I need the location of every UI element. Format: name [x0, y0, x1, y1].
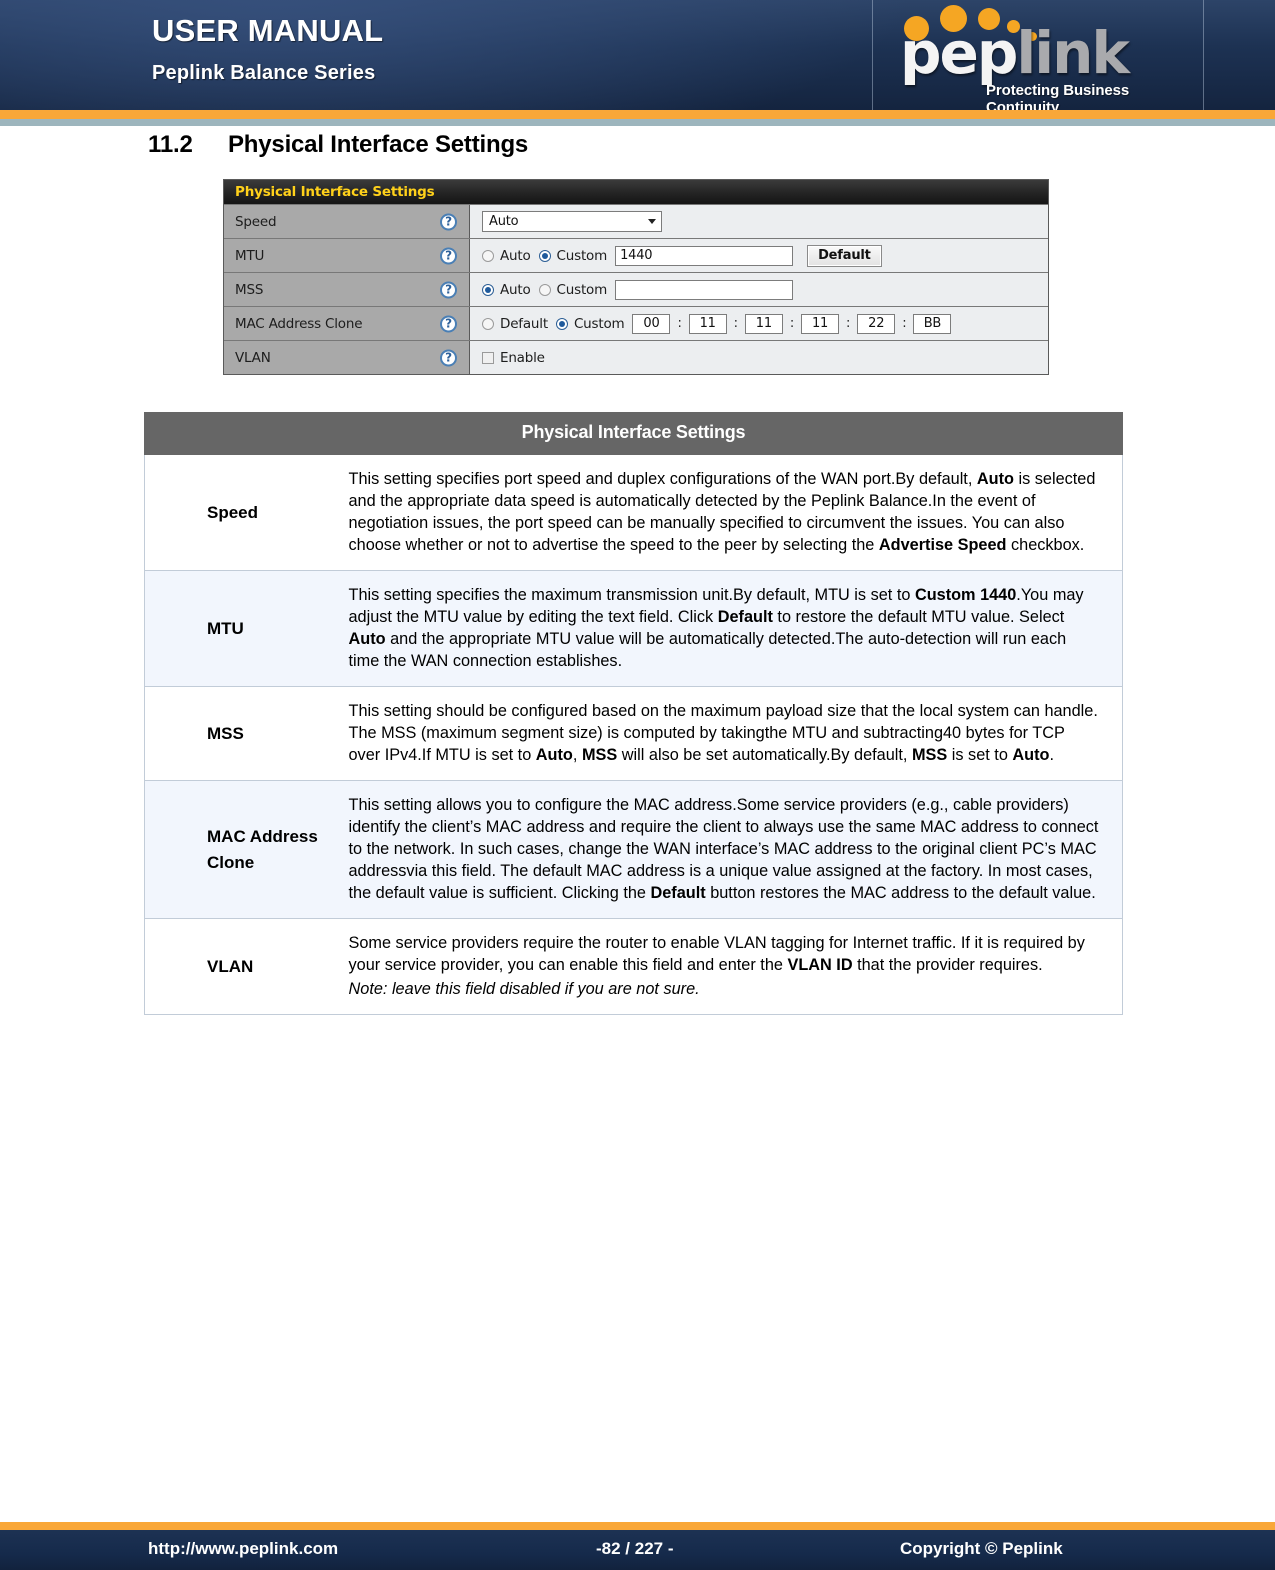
row-key: MTU: [144, 570, 345, 687]
table-row: VLAN Some service providers require the …: [144, 918, 1123, 1015]
mac-octet-input[interactable]: 11: [801, 313, 840, 334]
footer-page-number: -82 / 227 -: [596, 1539, 674, 1558]
panel-row-mss: MSS ? Auto Custom: [224, 272, 1048, 306]
section-heading: 11.2 Physical Interface Settings: [148, 131, 528, 159]
panel-row-mac-address-clone: MAC Address Clone ? Default Custom 00 : …: [224, 306, 1048, 340]
mac-separator: :: [677, 316, 682, 331]
mss-custom-label: Custom: [556, 281, 608, 298]
mac-octet-input[interactable]: 11: [688, 313, 727, 334]
vlan-enable-label: Enable: [500, 349, 545, 366]
mss-field-cell: Auto Custom: [470, 273, 1048, 306]
table-header-row: Physical Interface Settings: [144, 412, 1123, 455]
mtu-custom-radio[interactable]: [538, 249, 551, 262]
panel-row-speed: Speed ? Auto: [224, 204, 1048, 238]
mss-label: MSS: [235, 281, 264, 298]
help-icon[interactable]: ?: [440, 247, 457, 264]
row-description: This setting specifies the maximum trans…: [344, 570, 1123, 687]
vlan-label-cell: VLAN ?: [224, 341, 470, 374]
mtu-label-cell: MTU ?: [224, 239, 470, 272]
footer-copyright: Copyright © Peplink: [900, 1539, 1063, 1558]
mss-custom-radio[interactable]: [538, 283, 551, 296]
row-description: This setting specifies port speed and du…: [344, 454, 1123, 571]
speed-select-value: Auto: [489, 214, 519, 229]
mac-address-clone-label: MAC Address Clone: [235, 315, 363, 332]
header-divider-line: [1203, 0, 1204, 110]
row-key: Speed: [144, 454, 345, 571]
panel-row-mtu: MTU ? Auto Custom 1440 Default: [224, 238, 1048, 272]
vlan-field-cell: Enable: [470, 341, 1048, 374]
mac-separator: :: [733, 316, 738, 331]
mss-auto-radio[interactable]: [482, 283, 494, 296]
header-divider-line: [872, 0, 873, 110]
mss-label-cell: MSS ?: [224, 273, 470, 306]
mtu-auto-label: Auto: [500, 247, 531, 264]
help-icon[interactable]: ?: [440, 349, 457, 366]
header-steel-bar: [0, 119, 1275, 126]
mtu-auto-radio[interactable]: [482, 249, 494, 262]
mac-default-radio[interactable]: [482, 317, 494, 330]
help-icon[interactable]: ?: [440, 213, 457, 230]
mtu-value-input[interactable]: 1440: [615, 245, 794, 266]
section-title: Physical Interface Settings: [228, 131, 529, 158]
mac-custom-label: Custom: [573, 315, 625, 332]
document-footer: http://www.peplink.com -82 / 227 - Copyr…: [0, 1530, 1275, 1570]
panel-row-vlan: VLAN ? Enable: [224, 340, 1048, 374]
mac-separator: :: [789, 316, 795, 331]
mac-field-cell: Default Custom 00 : 11 : 11 : 11 : 22 : …: [470, 307, 1048, 340]
panel-title: Physical Interface Settings: [224, 180, 1048, 204]
mac-label-cell: MAC Address Clone ?: [224, 307, 470, 340]
mac-custom-radio[interactable]: [555, 317, 568, 330]
mac-default-label: Default: [500, 315, 548, 332]
manual-subtitle: Peplink Balance Series: [152, 62, 376, 84]
manual-title: USER MANUAL: [152, 13, 384, 48]
chevron-down-icon: [648, 219, 656, 224]
speed-select[interactable]: Auto: [482, 211, 662, 232]
row-key: VLAN: [144, 918, 345, 1015]
vlan-enable-checkbox[interactable]: [482, 351, 494, 364]
logo-tagline: Protecting Business Continuity: [986, 82, 1130, 110]
mtu-custom-label: Custom: [556, 247, 608, 264]
table-body: Physical Interface Settings Speed This s…: [144, 412, 1123, 1015]
mac-octet-input[interactable]: BB: [913, 313, 952, 334]
speed-label-cell: Speed ?: [224, 205, 470, 238]
table-row: MAC Address Clone This setting allows yo…: [144, 780, 1123, 919]
vlan-label: VLAN: [235, 349, 271, 366]
speed-field-cell: Auto: [470, 205, 1048, 238]
row-description: This setting allows you to configure the…: [344, 780, 1123, 919]
mtu-field-cell: Auto Custom 1440 Default: [470, 239, 1048, 272]
help-icon[interactable]: ?: [440, 281, 457, 298]
footer-accent-bar: [0, 1522, 1275, 1530]
mac-separator: :: [902, 316, 907, 331]
physical-interface-settings-panel: Physical Interface Settings Speed ? Auto…: [223, 179, 1049, 375]
section-number: 11.2: [148, 131, 193, 158]
logo-word-link: link: [1016, 19, 1130, 87]
row-key: MSS: [144, 686, 345, 781]
mss-value-input[interactable]: [615, 279, 794, 300]
row-key: MAC Address Clone: [144, 780, 345, 919]
table-row: Speed This setting specifies port speed …: [144, 454, 1123, 571]
manual-page: USER MANUAL Peplink Balance Series pepli…: [0, 0, 1275, 1570]
document-header: USER MANUAL Peplink Balance Series pepli…: [0, 0, 1275, 110]
logo-word-pep: pep: [900, 19, 1018, 87]
mac-octet-input[interactable]: 11: [744, 313, 783, 334]
mac-octet-input[interactable]: 00: [632, 313, 671, 334]
settings-description-table: Physical Interface Settings Speed This s…: [144, 412, 1123, 1015]
help-icon[interactable]: ?: [440, 315, 457, 332]
mtu-label: MTU: [235, 247, 265, 264]
table-row: MTU This setting specifies the maximum t…: [144, 570, 1123, 687]
row-description: Some service providers require the route…: [344, 918, 1123, 1015]
table-header-title: Physical Interface Settings: [144, 412, 1123, 455]
peplink-logo: peplink Protecting Business Continuity: [900, 2, 1200, 110]
mac-separator: :: [846, 316, 851, 331]
table-row: MSS This setting should be configured ba…: [144, 686, 1123, 781]
mtu-default-button[interactable]: Default: [807, 244, 882, 267]
logo-wordmark: peplink: [900, 24, 1130, 82]
footer-url[interactable]: http://www.peplink.com: [148, 1539, 338, 1559]
mss-auto-label: Auto: [500, 281, 531, 298]
speed-label: Speed: [235, 213, 277, 230]
mac-octet-input[interactable]: 22: [857, 313, 896, 334]
row-description: This setting should be configured based …: [344, 686, 1123, 781]
header-accent-bar: [0, 110, 1275, 119]
